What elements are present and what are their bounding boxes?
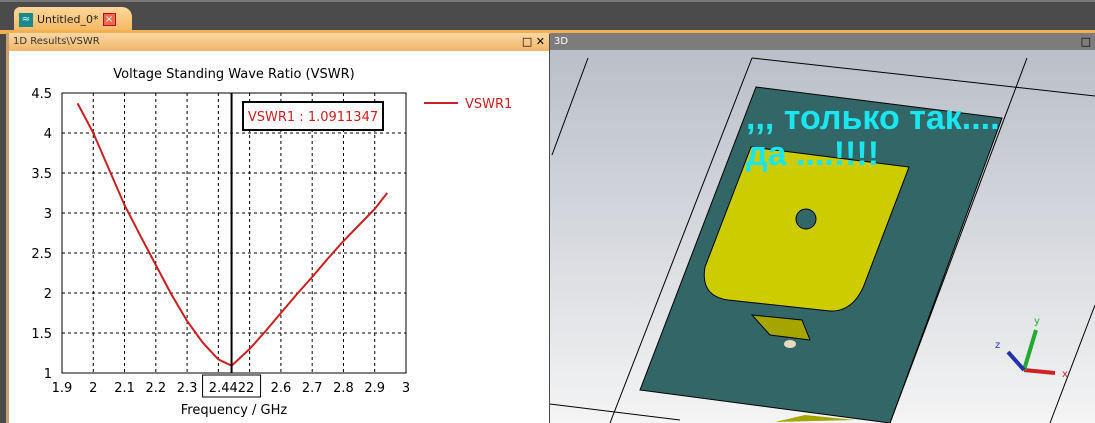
axis-triad: x y z xyxy=(995,316,1068,380)
x-tick-label: 2 xyxy=(89,381,97,396)
y-tick-label: 3.5 xyxy=(31,167,52,182)
vswr-chart: Voltage Standing Wave Ratio (VSWR) 1.9 2 2… xyxy=(31,67,512,418)
x-tick-label: 2.6 xyxy=(271,381,292,396)
marker-x-label: 2.4422 xyxy=(209,381,255,396)
y-tick-label: 2.5 xyxy=(31,247,52,262)
x-tick-label: 3 xyxy=(402,381,410,396)
via-hole xyxy=(795,208,817,230)
plot-frame xyxy=(61,92,407,374)
x-tick-label: 2.1 xyxy=(114,381,135,396)
legend-label[interactable]: VSWR1 xyxy=(465,97,512,112)
y-tick-label: 3 xyxy=(44,207,52,222)
overlay-line-1: ,,, только так.... xyxy=(746,99,1000,137)
y-tick-label: 1 xyxy=(44,367,52,382)
panel-title: 3D xyxy=(554,36,569,47)
3d-view-panel[interactable]: 3D □ x y z xyxy=(550,33,1095,423)
maximize-icon[interactable]: □ xyxy=(1081,33,1091,50)
y-tick-label: 4 xyxy=(44,127,52,142)
x-tick-label: 2.8 xyxy=(333,381,354,396)
svg-text:z: z xyxy=(995,340,1000,351)
x-tick-label: 2.3 xyxy=(177,381,198,396)
x-tick-label: 1.9 xyxy=(52,381,73,396)
x-tick-label: 2.7 xyxy=(302,381,323,396)
svg-text:y: y xyxy=(1034,316,1040,327)
overlay-text: ,,, только так.... да ....!!!! xyxy=(746,100,1000,172)
x-axis-label: Frequency / GHz xyxy=(181,403,288,418)
x-tick-label: 2.2 xyxy=(145,381,166,396)
x-tick-label: 2.9 xyxy=(364,381,385,396)
svg-text:x: x xyxy=(1062,369,1068,380)
chart-title: Voltage Standing Wave Ratio (VSWR) xyxy=(113,67,354,82)
y-tick-label: 1.5 xyxy=(31,327,52,342)
y-tick-label: 4.5 xyxy=(31,87,52,102)
overlay-line-2: да ....!!!! xyxy=(746,135,880,173)
3d-panel-header: 3D □ xyxy=(550,33,1095,50)
marker-label: VSWR1 : 1.0911347 xyxy=(248,110,378,125)
probe-pin xyxy=(784,340,796,348)
y-tick-label: 2 xyxy=(44,287,52,302)
